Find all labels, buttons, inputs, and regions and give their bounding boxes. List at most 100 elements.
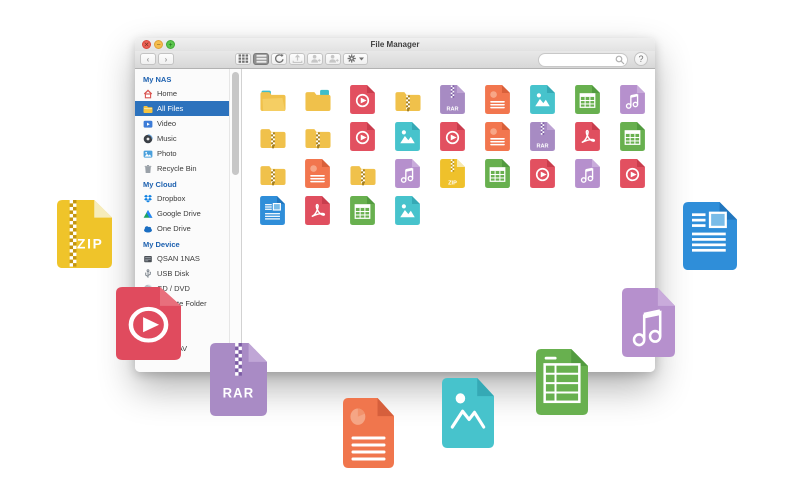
svg-text:RAR: RAR [536, 143, 548, 149]
refresh-icon [274, 54, 285, 65]
forward-button[interactable]: › [158, 53, 174, 65]
chevron-down-icon [359, 57, 364, 61]
recycle-icon [143, 164, 153, 174]
sidebar-item-recycle-bin[interactable]: Recycle Bin [135, 161, 229, 176]
file-icon-folder-zip[interactable] [250, 159, 295, 196]
grid-icon [238, 54, 249, 65]
file-icon-doc[interactable] [475, 122, 520, 159]
sidebar-item-one-drive[interactable]: One Drive [135, 221, 229, 236]
dropbox-icon [143, 194, 153, 204]
list-view-button[interactable] [253, 53, 269, 65]
scrollbar-thumb[interactable] [232, 72, 239, 175]
file-icon-music[interactable] [610, 85, 655, 122]
sidebar-item-google-drive[interactable]: Google Drive [135, 206, 229, 221]
minimize-button[interactable]: − [154, 40, 163, 49]
add-user-button[interactable] [325, 53, 341, 65]
sidebar-item-label: All Files [157, 104, 183, 113]
zoom-button[interactable]: + [166, 40, 175, 49]
sidebar-item-label: USB Disk [157, 269, 189, 278]
grid-row [250, 196, 655, 233]
file-icon-pdf[interactable] [295, 196, 340, 233]
sidebar-item-home[interactable]: Home [135, 86, 229, 101]
search-icon [615, 55, 625, 65]
share-user-button[interactable] [307, 53, 323, 65]
sidebar-item-label: Dropbox [157, 194, 185, 203]
file-icon-doc[interactable] [295, 159, 340, 196]
photo-icon [143, 149, 153, 159]
file-icon-video[interactable] [340, 122, 385, 159]
file-icon-video[interactable] [520, 159, 565, 196]
file-icon-bluedoc[interactable] [250, 196, 295, 233]
file-icon-music[interactable] [385, 159, 430, 196]
sidebar-item-all-files[interactable]: All Files [135, 101, 229, 116]
file-icon-folder-zip[interactable] [295, 122, 340, 159]
file-icon-folder-zip[interactable] [250, 122, 295, 159]
sidebar-item-music[interactable]: Music [135, 131, 229, 146]
help-button[interactable]: ? [634, 52, 648, 66]
sidebar-item-label: Photo [157, 149, 177, 158]
file-icon-zip[interactable]: ZIP [430, 159, 475, 196]
settings-button[interactable] [343, 53, 368, 65]
file-icon-sheet[interactable] [610, 122, 655, 159]
sidebar-item-label: One Drive [157, 224, 191, 233]
window-title: File Manager [371, 40, 420, 49]
file-icon-video[interactable] [610, 159, 655, 196]
nas-icon [143, 254, 153, 264]
decorative-zip-icon: ZIP [57, 200, 112, 273]
back-button[interactable]: ‹ [140, 53, 156, 65]
sidebar-item-label: Recycle Bin [157, 164, 197, 173]
refresh-button[interactable] [271, 53, 287, 65]
decorative-doc-icon [343, 398, 394, 473]
file-icon-image[interactable] [520, 85, 565, 122]
sidebar-section-my-cloud: My Cloud [135, 176, 229, 191]
file-icon-image[interactable] [385, 196, 430, 233]
folder-icon [143, 104, 153, 114]
file-manager-window: ✕−+ File Manager ‹› ? My NASHome All File… [135, 38, 655, 372]
usb-icon [143, 269, 153, 279]
file-icon-video[interactable] [430, 122, 475, 159]
grid-row: RAR [250, 122, 655, 159]
file-icon-image[interactable] [385, 122, 430, 159]
toolbar-buttons [235, 53, 368, 65]
file-icon-video[interactable] [340, 85, 385, 122]
file-icon-sheet[interactable] [565, 85, 610, 122]
decorative-video-icon [116, 287, 181, 365]
search-input[interactable] [539, 56, 615, 65]
svg-text:ZIP: ZIP [77, 237, 104, 252]
sidebar-item-label: Google Drive [157, 209, 201, 218]
sidebar-section-my-nas: My NAS [135, 71, 229, 86]
file-icon-folder-zip[interactable] [340, 159, 385, 196]
onedrive-icon [143, 224, 153, 234]
window-controls: ✕−+ [142, 40, 175, 49]
upload-icon [292, 54, 303, 65]
user-icon [328, 54, 339, 65]
sidebar-section-my-device: My Device [135, 236, 229, 251]
file-icon-pdf[interactable] [565, 122, 610, 159]
decorative-bluedoc-icon [683, 202, 737, 275]
file-icon-doc[interactable] [475, 85, 520, 122]
sidebar-item-label: QSAN 1NAS [157, 254, 200, 263]
file-icon-music[interactable] [565, 159, 610, 196]
sidebar-item-dropbox[interactable]: Dropbox [135, 191, 229, 206]
grid-row: RAR [250, 85, 655, 122]
file-icon-rar[interactable]: RAR [520, 122, 565, 159]
file-icon-folder[interactable] [295, 85, 340, 122]
file-icon-folder-open[interactable] [250, 85, 295, 122]
window-content: My NASHome All Files VideoMusic Photo Recycl… [135, 69, 655, 372]
svg-text:RAR: RAR [446, 106, 458, 112]
sidebar-item-video[interactable]: Video [135, 116, 229, 131]
file-icon-sheet[interactable] [475, 159, 520, 196]
file-icon-folder-zip[interactable] [385, 85, 430, 122]
music-icon [143, 134, 153, 144]
close-button[interactable]: ✕ [142, 40, 151, 49]
file-icon-sheet[interactable] [340, 196, 385, 233]
grid-view-button[interactable] [235, 53, 251, 65]
gdrive-icon [143, 209, 153, 219]
sidebar-scrollbar[interactable] [229, 69, 242, 372]
sidebar-item-usb-disk[interactable]: USB Disk [135, 266, 229, 281]
upload-button[interactable] [289, 53, 305, 65]
sidebar-item-photo[interactable]: Photo [135, 146, 229, 161]
sidebar-item-qsan-1nas[interactable]: QSAN 1NAS [135, 251, 229, 266]
file-icon-rar[interactable]: RAR [430, 85, 475, 122]
list-icon [256, 54, 267, 65]
